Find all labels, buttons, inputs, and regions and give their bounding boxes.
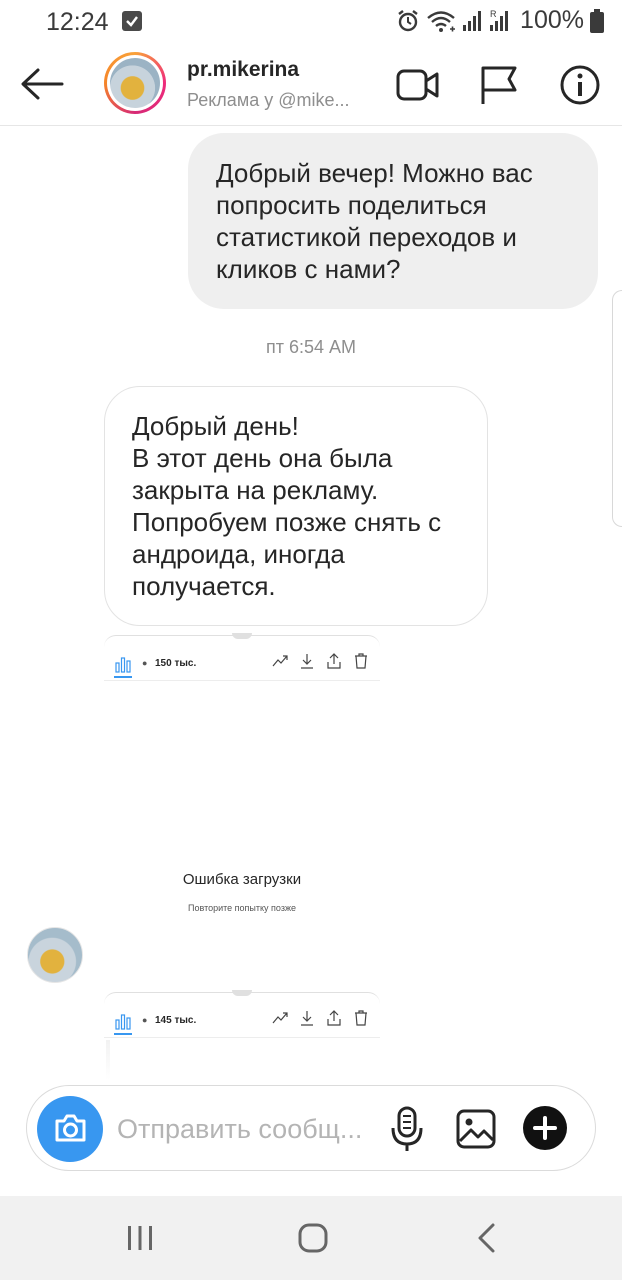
home-icon <box>298 1223 328 1253</box>
sender-avatar[interactable] <box>27 927 83 983</box>
camera-icon <box>55 1114 86 1142</box>
chat-username[interactable]: pr.mikerina <box>187 58 299 82</box>
share-icon[interactable] <box>326 1010 342 1026</box>
card-stats-row: ● 150 тыс. <box>104 651 380 681</box>
incoming-message[interactable]: Добрый день! В этот день она была закрыт… <box>104 386 488 626</box>
message-timestamp: пт 6:54 AM <box>265 337 357 357</box>
battery-icon <box>590 8 604 33</box>
views-icon: ● <box>142 658 148 668</box>
voice-message-button[interactable] <box>387 1104 427 1154</box>
trend-icon[interactable] <box>272 653 288 669</box>
info-icon <box>560 65 600 105</box>
media-error-retry[interactable]: Повторите попытку позже <box>0 903 484 913</box>
system-back-button[interactable] <box>467 1218 507 1258</box>
views-count: 145 тыс. <box>155 1015 197 1026</box>
info-button[interactable] <box>557 62 603 108</box>
avatar-image <box>110 58 160 108</box>
card-actions <box>272 653 369 669</box>
trash-icon[interactable] <box>353 1010 369 1026</box>
screen: 12:24 R 100% pr.mikerina Реклама у @mike… <box>0 0 622 1280</box>
card-notch <box>232 633 252 639</box>
insights-icon <box>115 1014 131 1030</box>
views-icon: ● <box>142 1015 148 1025</box>
signal-roaming-icon: R <box>488 8 514 34</box>
home-button[interactable] <box>293 1218 333 1258</box>
message-composer <box>26 1085 596 1171</box>
chat-subtitle: Реклама у @mike... <box>187 90 350 110</box>
card-fade <box>106 1040 110 1080</box>
microphone-icon <box>391 1106 423 1151</box>
more-options-button[interactable] <box>523 1106 567 1150</box>
media-error-title: Ошибка загрузки <box>182 871 302 888</box>
insights-underline <box>114 676 132 678</box>
video-call-button[interactable] <box>394 62 440 108</box>
chat-header: pr.mikerina Реклама у @mike... <box>0 44 622 126</box>
svg-text:R: R <box>490 9 497 19</box>
system-nav-bar <box>0 1196 622 1280</box>
status-indicators: R 100% <box>396 6 604 35</box>
profile-avatar[interactable] <box>104 52 166 114</box>
wifi-icon <box>426 9 456 33</box>
insights-underline <box>114 1033 132 1035</box>
shared-post-card[interactable]: ● 150 тыс. <box>104 633 380 683</box>
insights-icon <box>115 657 131 673</box>
back-button[interactable] <box>18 62 66 106</box>
download-icon[interactable] <box>299 653 315 669</box>
nav-back-icon <box>478 1223 495 1253</box>
share-icon[interactable] <box>326 653 342 669</box>
trash-icon[interactable] <box>353 653 369 669</box>
notification-check-icon <box>122 11 142 31</box>
gallery-icon <box>456 1109 496 1149</box>
gallery-button[interactable] <box>455 1108 497 1150</box>
status-time: 12:24 <box>46 8 109 36</box>
plus-icon <box>533 1116 557 1140</box>
recents-button[interactable] <box>120 1218 160 1258</box>
views-count: 150 тыс. <box>155 658 197 669</box>
scrollbar[interactable] <box>612 290 622 527</box>
card-stats-row: ● 145 тыс. <box>104 1008 380 1038</box>
shared-post-card[interactable]: ● 145 тыс. <box>104 990 380 1080</box>
card-actions <box>272 1010 369 1026</box>
outgoing-message[interactable]: Добрый вечер! Можно вас попросить подели… <box>188 133 598 309</box>
report-button[interactable] <box>476 62 522 108</box>
camera-button[interactable] <box>37 1096 103 1162</box>
message-input[interactable] <box>117 1112 377 1146</box>
video-call-icon <box>396 69 439 101</box>
flag-icon <box>481 66 517 104</box>
signal-icon <box>462 9 482 33</box>
recents-icon <box>128 1226 152 1250</box>
status-bar: 12:24 R 100% <box>0 0 622 44</box>
alarm-icon <box>396 8 420 34</box>
download-icon[interactable] <box>299 1010 315 1026</box>
battery-percent: 100% <box>520 6 584 34</box>
trend-icon[interactable] <box>272 1010 288 1026</box>
back-arrow-icon <box>21 68 64 100</box>
card-notch <box>232 990 252 996</box>
message-thread[interactable]: Добрый вечер! Можно вас попросить подели… <box>0 127 622 1085</box>
